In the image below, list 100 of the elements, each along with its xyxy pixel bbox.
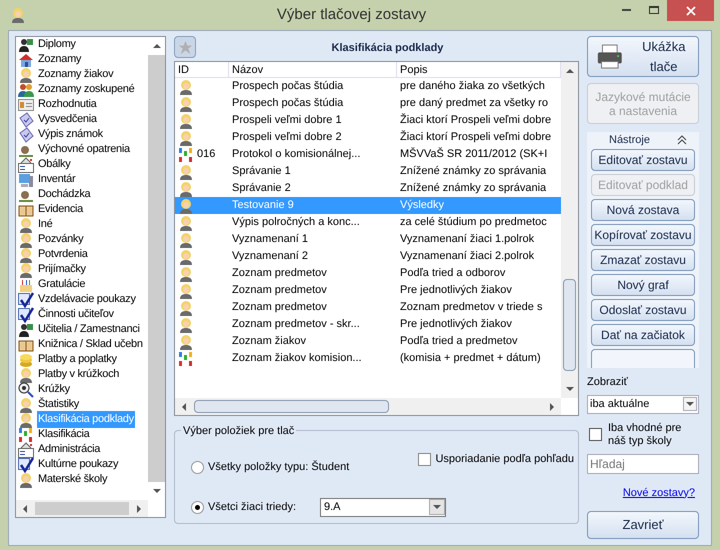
vertical-scrollbar[interactable] — [561, 62, 578, 398]
table-cell: MŠVVaŠ SR 2011/2012 (SK+I — [400, 148, 548, 160]
category-item[interactable]: Prijímačky — [18, 262, 148, 277]
category-item[interactable]: Kultúrne poukazy — [18, 457, 148, 472]
checkbox[interactable] — [418, 452, 432, 466]
person-icon — [178, 214, 194, 230]
favorite-button[interactable] — [174, 36, 196, 58]
action-button[interactable]: Nový graf — [591, 274, 695, 296]
category-item[interactable]: Iné — [18, 217, 148, 232]
report-row[interactable]: Vyznamenaní 2 Vyznamenaní žiaci 2.polrok — [175, 248, 561, 265]
category-item[interactable]: Vzdelávacie poukazy — [18, 292, 148, 307]
category-item[interactable]: Evidencia — [18, 202, 148, 217]
category-item[interactable]: Zoznamy — [18, 52, 148, 67]
category-item[interactable]: Gratulácie — [18, 277, 148, 292]
category-item[interactable]: Vysvedčenia — [18, 112, 148, 127]
category-item[interactable]: Inventár — [18, 172, 148, 187]
action-button[interactable]: Odoslať zostavu — [591, 298, 695, 320]
action-button[interactable]: Zavrieť — [587, 511, 699, 539]
scroll-down-icon — [152, 487, 160, 495]
report-row[interactable]: Výpis polročných a konc... za celé štúdium po predmetoc — [175, 214, 561, 231]
action-button[interactable]: Editovať zostavu — [591, 148, 695, 170]
category-item[interactable]: Učitelia / Zamestnanci — [18, 322, 148, 337]
person-icon — [18, 232, 34, 248]
table-cell: Zoznam predmetov v triede s — [400, 301, 542, 314]
person-icon — [178, 112, 194, 128]
checkbox-label: Iba vhodné pre náš typ školy — [608, 422, 682, 448]
person-icon — [18, 66, 34, 82]
category-item[interactable]: Diplomy — [18, 37, 148, 52]
category-item[interactable]: Materské školy — [18, 472, 148, 487]
envelope-icon — [18, 156, 34, 172]
category-item[interactable]: Obálky — [18, 157, 148, 172]
checkbox[interactable] — [589, 428, 602, 440]
person-icon — [178, 164, 194, 180]
collapse-icon[interactable] — [677, 135, 687, 146]
category-item[interactable]: Potvrdenia — [18, 247, 148, 262]
category-item[interactable]: Výchovné opatrenia — [18, 142, 148, 157]
scrollbar-thumb[interactable] — [194, 400, 389, 413]
report-row[interactable]: Prospeli veľmi dobre 2 Žiaci ktorí Prospeli veľmi dobre — [175, 129, 561, 146]
numbers-icon — [178, 350, 194, 366]
table-cell: Správanie 2 — [232, 182, 291, 194]
dropdown-icon — [686, 400, 694, 408]
category-item[interactable]: Platby v krúžkoch — [18, 367, 148, 382]
report-row[interactable]: Zoznam predmetov Podľa tried a odborov — [175, 265, 561, 282]
action-button[interactable]: Zmazať zostavu — [591, 248, 695, 270]
search-field[interactable]: Hľadaj — [587, 454, 699, 474]
category-item[interactable]: Knižnica / Sklad učebn — [18, 337, 148, 352]
report-row[interactable]: Zoznam žiakov Podľa tried a predmetov — [175, 333, 561, 350]
radio-label: Všetky položky typu: Študent — [208, 459, 350, 475]
new-reports-link[interactable]: Nové zostavy? — [622, 484, 695, 501]
category-item[interactable]: Zoznamy zoskupené — [18, 82, 148, 97]
radio-button[interactable] — [191, 500, 204, 514]
category-item[interactable]: Administrácia — [18, 442, 148, 457]
table-cell: Výpis polročných a konc... — [232, 216, 360, 228]
category-item[interactable]: Platby a poplatky — [18, 352, 148, 367]
table-cell: Prospech počas štúdia — [232, 80, 344, 92]
report-row[interactable]: Vyznamenaní 1 Vyznamenaní žiaci 1.polrok — [175, 231, 561, 248]
report-row[interactable]: 016 Protokol o komisionálnej... MŠVVaŠ SR 2011/2012 (SK+I — [175, 146, 561, 163]
report-row[interactable]: Zoznam žiakov komision... (komisia + predmet + dátum) — [175, 350, 561, 367]
dropdown-icon — [433, 503, 441, 511]
report-row[interactable]: Prospech počas štúdia pre daného žiaka zo všetkých — [175, 78, 561, 95]
report-row[interactable]: Správanie 2 Znížené známky zo správania — [175, 180, 561, 197]
category-item[interactable]: Krúžky — [18, 382, 148, 397]
report-row[interactable]: Zoznam predmetov - skr... Pre jednotlivých žiakov — [175, 316, 561, 333]
partial-button[interactable] — [591, 348, 695, 368]
report-row[interactable]: Zoznam predmetov Zoznam predmetov v triede s — [175, 299, 561, 316]
action-button[interactable]: Ukážka tlače — [587, 36, 699, 77]
action-button[interactable]: Dať na začiatok — [591, 324, 695, 346]
section-title: Nástroje — [609, 133, 650, 148]
person-icon — [18, 396, 34, 412]
table-cell: pre daného žiaka zo všetkých — [400, 80, 545, 92]
category-item[interactable]: Výpis známok — [18, 127, 148, 142]
scrollbar-thumb[interactable] — [563, 279, 576, 371]
table-cell: Pre jednotlivých žiakov — [400, 284, 512, 296]
action-button[interactable]: Kopírovať zostavu — [591, 224, 695, 246]
category-item[interactable]: Rozhodnutia — [18, 97, 148, 112]
report-row[interactable]: Prospech počas štúdia pre daný predmet za všetky ro — [175, 95, 561, 112]
person-icon — [178, 248, 194, 264]
radio-button[interactable] — [191, 460, 204, 474]
action-button[interactable]: Nová zostava — [591, 198, 695, 220]
category-item[interactable]: Štatistiky — [18, 397, 148, 412]
column-header[interactable]: ID — [175, 62, 229, 77]
category-item[interactable]: Pozvánky — [18, 232, 148, 247]
category-item[interactable]: Dochádzka — [18, 187, 148, 202]
numbers-icon — [178, 146, 194, 162]
report-row[interactable]: Správanie 1 Znížené známky zo správania — [175, 163, 561, 180]
close-icon[interactable] — [667, 0, 714, 21]
horizontal-scrollbar[interactable] — [175, 398, 561, 415]
report-row[interactable]: Zoznam predmetov Pre jednotlivých žiakov — [175, 282, 561, 299]
table-cell: Znížené známky zo správania — [400, 182, 546, 194]
category-item[interactable]: Klasifikácia — [18, 427, 148, 442]
person-icon — [178, 232, 194, 248]
report-row[interactable]: Prospeli veľmi dobre 1 Žiaci ktorí Prospeli veľmi dobre — [175, 112, 561, 129]
category-item[interactable]: Zoznamy žiakov — [18, 67, 148, 82]
horizontal-scrollbar[interactable] — [16, 500, 148, 517]
table-cell: (komisia + predmet + dátum) — [400, 352, 541, 364]
filter-select[interactable]: iba aktuálne — [587, 394, 699, 414]
column-header[interactable]: Názov — [229, 62, 397, 77]
class-select[interactable]: 9.A — [320, 498, 446, 516]
category-item[interactable]: Činnosti učiteľov — [18, 307, 148, 322]
scroll-left-icon — [21, 504, 29, 512]
